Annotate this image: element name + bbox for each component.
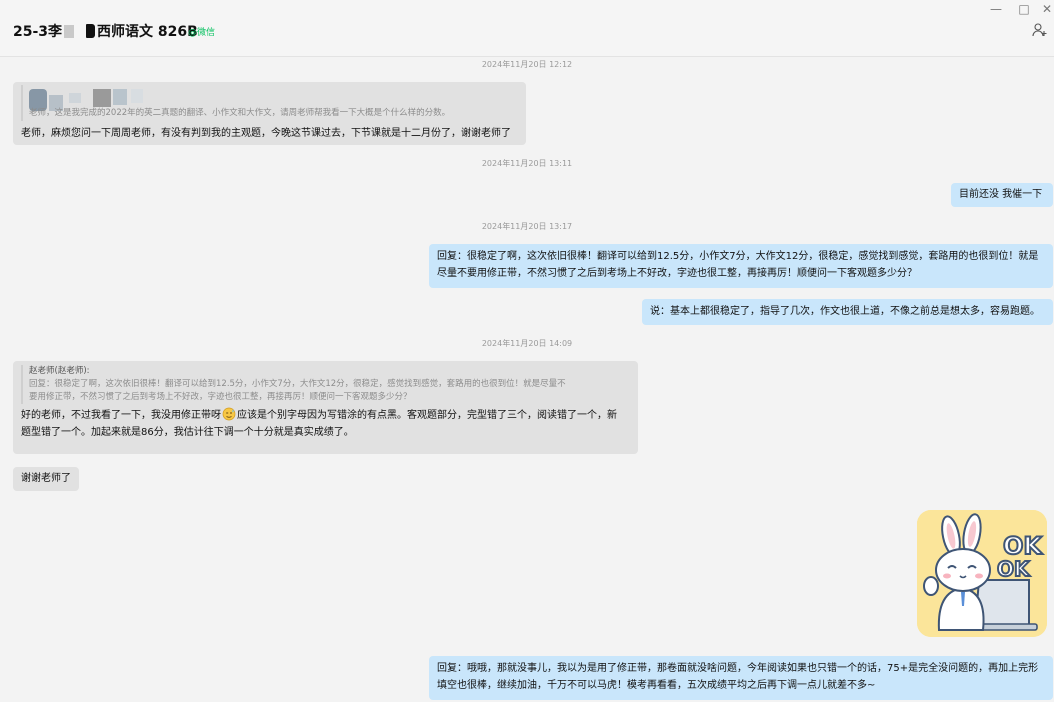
message-bubble-outgoing[interactable]: 说：基本上都很稳定了，指导了几次，作文也很上道，不像之前总是想太多，容易跑题。 [642, 299, 1053, 325]
add-user-icon[interactable] [1032, 22, 1048, 38]
redacted-mark [86, 24, 96, 38]
message-text: 尽量不要用修正带，不然习惯了之后到考场上不好改，字迹也很工整，再接再厉！顺便问一… [437, 268, 917, 279]
chat-title-prefix: 25-3李 [13, 24, 63, 40]
message-text: 回复：哦哦，那就没事儿，我以为是用了修正带，那卷面就没啥问题，今年阅读如果也只错… [437, 663, 1039, 674]
timestamp: 2024年11月20日 13:11 [481, 159, 573, 168]
message-text: 题型错了一个。加起来就是86分，我估计往下调一个十分就是真实成绩了。 [21, 427, 354, 438]
blurred-thumbnail [113, 89, 127, 105]
message-text-part: 应该是个别字母因为写错涂的有点黑。客观题部分，完型错了三个，阅读错了一个，新 [237, 410, 617, 421]
message-text: 谢谢老师了 [21, 473, 71, 484]
blurred-thumbnail [69, 93, 81, 103]
redacted-block [64, 25, 75, 38]
blurred-thumbnail [93, 89, 111, 107]
chat-title: 25-3李 西师语文 826B [13, 21, 198, 41]
sweat-emoji-icon [222, 407, 236, 421]
quoted-message[interactable]: 赵老师(赵老师): 回复：很稳定了啊，这次依旧很棒！翻译可以给到12.5分，小作… [21, 365, 630, 404]
message-bubble-outgoing[interactable]: 目前还没 我催一下 [951, 183, 1053, 207]
message-text: 老师，麻烦您问一下周周老师，有没有判到我的主观题，今晚这节课过去，下节课就是十二… [21, 128, 511, 139]
message-bubble-incoming[interactable]: 谢谢老师了 [13, 467, 79, 491]
close-button[interactable]: ✕ [1040, 2, 1054, 16]
chat-header: 25-3李 西师语文 826B @微信 — □ ✕ [0, 0, 1054, 57]
quoted-message[interactable]: 老师，这是我完成的2022年的英二真题的翻译、小作文和大作文，请周老师帮我看一下… [21, 85, 518, 121]
message-bubble-incoming[interactable]: 老师，这是我完成的2022年的英二真题的翻译、小作文和大作文，请周老师帮我看一下… [13, 82, 526, 145]
quoted-text: 老师，这是我完成的2022年的英二真题的翻译、小作文和大作文，请周老师帮我看一下… [29, 108, 451, 118]
sticker-text: OK [997, 557, 1031, 581]
sticker-text: OK [1003, 532, 1043, 560]
timestamp: 2024年11月20日 14:09 [481, 339, 573, 348]
message-bubble-outgoing[interactable]: 回复：很稳定了啊，这次依旧很棒！翻译可以给到12.5分，小作文7分，大作文12分… [429, 244, 1053, 288]
message-text: 回复：很稳定了啊，这次依旧很棒！翻译可以给到12.5分，小作文7分，大作文12分… [437, 251, 1039, 262]
quoted-text: 要用修正带，不然习惯了之后到考场上不好改，字迹也很工整，再接再厉！顺便问一下客观… [29, 392, 412, 402]
maximize-button[interactable]: □ [1014, 2, 1034, 16]
message-text-part: 好的老师，不过我看了一下，我没用修正带呀 [21, 410, 221, 421]
timestamp: 2024年11月20日 13:17 [481, 222, 573, 231]
chat-title-main: 西师语文 826B [97, 24, 198, 40]
message-text: 说：基本上都很稳定了，指导了几次，作文也很上道，不像之前总是想太多，容易跑题。 [650, 306, 1040, 317]
quoted-sender: 赵老师(赵老师): [29, 366, 90, 376]
quoted-text: 回复：很稳定了啊，这次依旧很棒！翻译可以给到12.5分，小作文7分，大作文12分… [29, 379, 566, 389]
bunny-ok-sticker[interactable]: OK OK [917, 510, 1047, 637]
message-text: 好的老师，不过我看了一下，我没用修正带呀 应该是个别字母因为写错涂的有点黑。客观题… [21, 407, 630, 424]
message-text: 目前还没 我催一下 [959, 189, 1043, 200]
wechat-tag: @微信 [188, 28, 216, 38]
message-bubble-outgoing[interactable]: 回复：哦哦，那就没事儿，我以为是用了修正带，那卷面就没啥问题，今年阅读如果也只错… [429, 656, 1053, 700]
message-text: 填空也很棒，继续加油，千万不可以马虎！模考再看看，五次成绩平均之后再下调一点儿就… [437, 680, 876, 691]
message-bubble-incoming[interactable]: 赵老师(赵老师): 回复：很稳定了啊，这次依旧很棒！翻译可以给到12.5分，小作… [13, 361, 638, 454]
minimize-button[interactable]: — [986, 2, 1006, 16]
blurred-thumbnail [131, 89, 143, 103]
timestamp: 2024年11月20日 12:12 [481, 60, 573, 69]
